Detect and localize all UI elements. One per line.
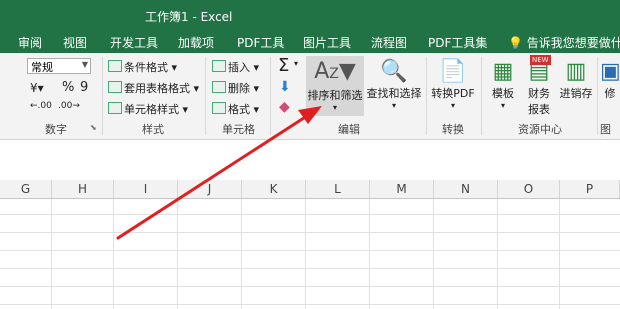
annotation-arrow [116, 106, 322, 240]
